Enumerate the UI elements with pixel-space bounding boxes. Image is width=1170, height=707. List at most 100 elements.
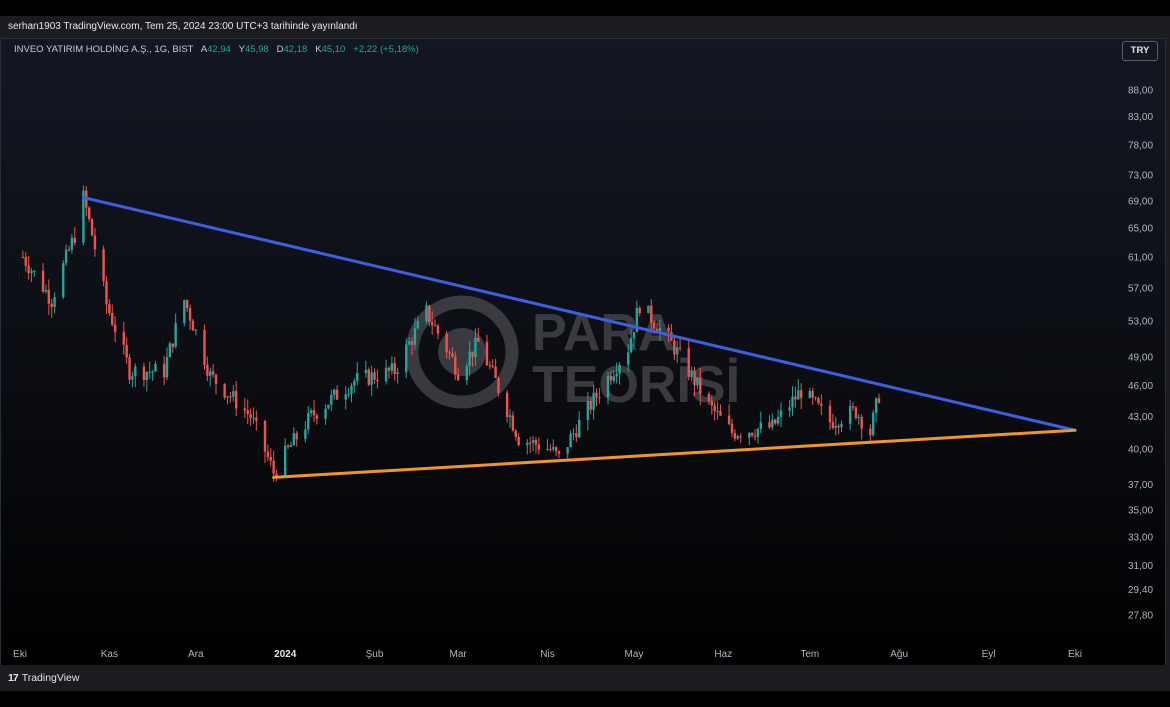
candle-body — [243, 408, 247, 411]
candle-body — [436, 325, 440, 334]
candle-body — [531, 439, 535, 443]
candle-body — [549, 448, 552, 450]
support-trendline[interactable] — [272, 428, 1077, 479]
candle-body — [108, 304, 111, 313]
candle-body — [73, 237, 76, 243]
y-tick-label: 73,00 — [1128, 171, 1153, 182]
candle-body — [93, 235, 97, 250]
candle-body — [569, 434, 572, 448]
candle-body — [209, 371, 212, 376]
candle-body — [526, 442, 529, 446]
candle-body — [151, 371, 154, 373]
candle-body — [148, 371, 151, 373]
price-chart[interactable]: PARA TEORİSİ 88,00 83,00 78,00 73,00 69,00 65… — [0, 0, 1170, 707]
open-value: 42,94 — [207, 44, 231, 55]
x-tick-label: May — [625, 649, 644, 660]
tradingview-logo[interactable]: 17 TradingView — [8, 672, 79, 684]
y-tick-label: 78,00 — [1128, 140, 1153, 151]
x-tick-label: Eki — [1068, 649, 1082, 660]
x-tick-label: Ara — [188, 649, 204, 660]
candle-body — [511, 415, 515, 431]
footer — [0, 665, 1170, 691]
x-tick-label: Kas — [101, 649, 118, 660]
candle-body — [185, 300, 189, 309]
candle-body — [165, 357, 169, 378]
candle-body — [353, 380, 356, 386]
candle-body — [586, 400, 590, 420]
candle-body — [367, 369, 370, 385]
candle-body — [232, 391, 235, 397]
candle-body — [448, 352, 451, 354]
candle-body — [676, 347, 679, 355]
currency-button[interactable]: TRY — [1122, 41, 1158, 61]
candle-body — [131, 376, 134, 380]
candle-body — [554, 447, 558, 452]
candle-body — [578, 419, 581, 438]
candle-body — [840, 423, 843, 428]
candle-body — [324, 408, 327, 419]
candle-body — [21, 256, 25, 258]
candle-body — [497, 378, 500, 393]
candle-body — [70, 237, 74, 250]
candle-body — [776, 416, 780, 424]
candle-body — [125, 344, 128, 358]
candle-body — [814, 397, 817, 399]
candle-body — [50, 303, 53, 307]
bottom-bar — [0, 691, 1170, 707]
para-teorisi-watermark: PARA TEORİSİ — [405, 295, 740, 414]
tradingview-mark-icon: 17 — [8, 672, 19, 684]
candle-body — [315, 415, 319, 419]
x-tick-label: Eki — [13, 649, 27, 660]
candle-body — [44, 289, 48, 292]
y-tick-label: 88,00 — [1128, 86, 1153, 97]
candle-body — [263, 420, 267, 452]
candle-body — [514, 430, 517, 438]
candle-body — [710, 401, 714, 406]
candle-body — [572, 433, 575, 435]
candle-body — [312, 410, 316, 416]
candle-body — [595, 392, 598, 398]
x-tick-label: Tem — [800, 649, 819, 660]
x-tick-label: 2024 — [274, 649, 297, 660]
y-tick-label: 83,00 — [1128, 112, 1153, 123]
candle-body — [102, 249, 105, 282]
candle-body — [211, 371, 215, 375]
x-tick-label: Haz — [714, 649, 732, 660]
candle-body — [575, 433, 578, 438]
candle-body — [598, 397, 601, 399]
low-value: 42,18 — [283, 44, 308, 55]
x-tick-label: Şub — [366, 649, 384, 660]
candle-body — [799, 390, 803, 398]
candle-body — [203, 329, 206, 365]
candle-body — [154, 363, 157, 372]
candle-body — [696, 377, 699, 386]
candle-body — [748, 433, 751, 438]
y-tick-label: 61,00 — [1128, 252, 1153, 263]
candle-body — [309, 410, 313, 414]
candle-body — [618, 364, 621, 374]
high-value: 45,98 — [244, 44, 269, 55]
candle-body — [145, 372, 149, 381]
candle-body — [808, 390, 812, 398]
candle-body — [451, 352, 454, 357]
candle-body — [384, 367, 388, 382]
candle-body — [289, 445, 293, 447]
candle-body — [851, 406, 855, 408]
candle-body — [678, 347, 682, 349]
candle-body — [817, 398, 820, 404]
candle-body — [67, 249, 71, 251]
y-tick-label: 57,00 — [1128, 283, 1153, 294]
candle-body — [552, 447, 555, 450]
candle-body — [537, 444, 541, 450]
candle-body — [667, 327, 670, 332]
y-tick-label: 65,00 — [1128, 224, 1153, 235]
candle-body — [652, 323, 656, 329]
candle-body — [307, 413, 310, 430]
candle-body — [376, 379, 379, 382]
candle-body — [707, 393, 711, 402]
time-axis: Eki Kas Ara 2024 Şub Mar Nis May Haz Tem Ağu Eyl Eki — [13, 649, 1082, 660]
candle-body — [249, 414, 252, 418]
candle-body — [629, 338, 633, 353]
candle-body — [468, 351, 471, 367]
candle-body — [330, 394, 333, 405]
